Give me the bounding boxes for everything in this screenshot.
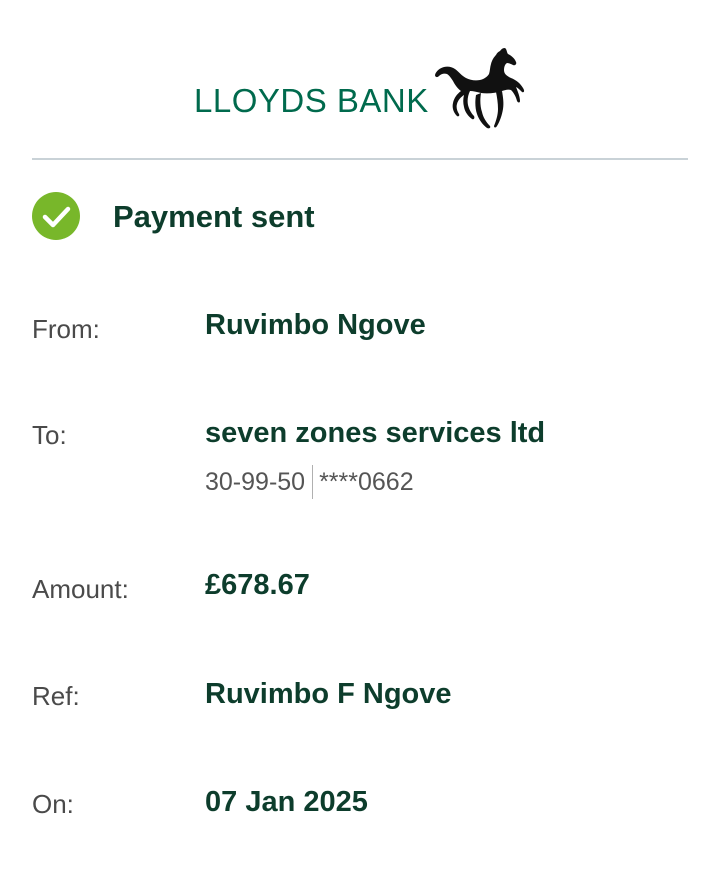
ref-value: Ruvimbo F Ngove xyxy=(205,678,452,710)
black-horse-icon xyxy=(435,47,525,129)
to-account-details: 30-99-50 ****0662 xyxy=(205,465,414,499)
amount-label: Amount: xyxy=(32,574,129,604)
from-value: Ruvimbo Ngove xyxy=(205,309,426,341)
status-text: Payment sent xyxy=(113,199,315,234)
payment-status: Payment sent xyxy=(32,192,632,242)
bank-name: LLOYDS BANK xyxy=(194,82,429,119)
amount-value: £678.67 xyxy=(205,569,310,601)
ref-label: Ref: xyxy=(32,681,80,711)
header-divider xyxy=(32,158,688,160)
account-number: ****0662 xyxy=(319,468,414,496)
check-circle-icon xyxy=(32,192,80,240)
on-label: On: xyxy=(32,789,74,819)
to-label: To: xyxy=(32,420,67,450)
from-label: From: xyxy=(32,314,100,344)
sort-code: 30-99-50 xyxy=(205,468,306,496)
header: LLOYDS BANK xyxy=(0,0,720,158)
date-value: 07 Jan 2025 xyxy=(205,786,368,818)
account-separator xyxy=(312,465,314,499)
to-value: seven zones services ltd xyxy=(205,417,546,449)
